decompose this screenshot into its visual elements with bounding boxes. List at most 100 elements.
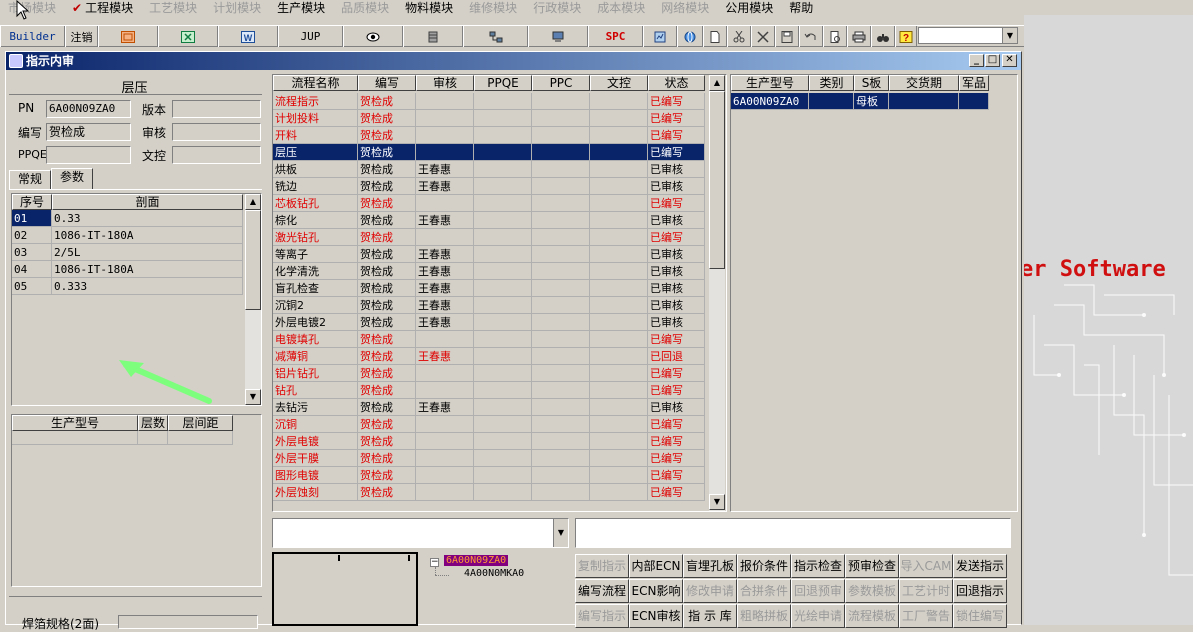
- flow-cell[interactable]: [590, 246, 648, 263]
- flow-cell[interactable]: [532, 229, 590, 246]
- flow-cell[interactable]: 已审核: [648, 314, 705, 331]
- flow-cell[interactable]: [590, 93, 648, 110]
- params-cell-profile[interactable]: 1086-IT-180A: [52, 227, 243, 244]
- new-file-button[interactable]: [703, 26, 727, 47]
- flow-cell[interactable]: [474, 263, 532, 280]
- action-button[interactable]: 预审检查: [845, 554, 899, 578]
- flow-cell[interactable]: [474, 450, 532, 467]
- flow-cell[interactable]: [532, 382, 590, 399]
- flow-cell[interactable]: [590, 110, 648, 127]
- action-button[interactable]: 修改申请: [683, 579, 737, 603]
- action-button[interactable]: 编写流程: [575, 579, 629, 603]
- scroll-up-icon[interactable]: ▲: [245, 194, 261, 210]
- flow-cell[interactable]: 铣边: [273, 178, 358, 195]
- flow-cell[interactable]: 已编写: [648, 484, 705, 501]
- flow-grid[interactable]: 流程名称 编写 审核 PPQE PPC 文控 状态 流程指示 贺检成 已编写 计划投料 贺检成 已编写…: [272, 74, 727, 512]
- builder-button[interactable]: Builder: [0, 26, 65, 47]
- spc-button[interactable]: SPC: [588, 26, 643, 47]
- flow-cell[interactable]: 烘板: [273, 161, 358, 178]
- flow-cell[interactable]: 贺检成: [358, 178, 416, 195]
- flow-cell[interactable]: 外层电镀2: [273, 314, 358, 331]
- flow-cell[interactable]: [532, 195, 590, 212]
- params-cell-no[interactable]: 01: [12, 210, 52, 227]
- scroll-down-icon[interactable]: ▼: [245, 389, 261, 405]
- flow-cell[interactable]: 贺检成: [358, 382, 416, 399]
- scroll-thumb[interactable]: [245, 210, 261, 310]
- menu-item[interactable]: 计划模块: [205, 1, 269, 15]
- flow-cell[interactable]: 贺检成: [358, 331, 416, 348]
- network-button[interactable]: [463, 26, 528, 47]
- flow-cell[interactable]: 外层干膜: [273, 450, 358, 467]
- flow-cell[interactable]: [532, 331, 590, 348]
- flow-cell[interactable]: 贺检成: [358, 110, 416, 127]
- database-button[interactable]: [403, 26, 463, 47]
- flow-cell[interactable]: [590, 314, 648, 331]
- flow-cell[interactable]: [474, 229, 532, 246]
- flow-cell[interactable]: 贺检成: [358, 93, 416, 110]
- action-button[interactable]: 指示检查: [791, 554, 845, 578]
- flow-cell[interactable]: [416, 331, 474, 348]
- action-button[interactable]: 内部ECN: [629, 554, 683, 578]
- flow-cell[interactable]: [532, 433, 590, 450]
- flow-cell[interactable]: [416, 467, 474, 484]
- word-button[interactable]: W: [218, 26, 278, 47]
- params-cell-no[interactable]: 03: [12, 244, 52, 261]
- flow-cell[interactable]: [532, 212, 590, 229]
- flow-header-cell[interactable]: PPC: [532, 75, 590, 91]
- flow-cell[interactable]: [532, 161, 590, 178]
- logout-button[interactable]: 注销: [65, 26, 98, 47]
- tree-child-node[interactable]: 4A00N0MKA0: [464, 568, 524, 579]
- flow-header-cell[interactable]: 文控: [590, 75, 648, 91]
- model-cell[interactable]: 6A00N09ZA0: [731, 93, 809, 110]
- jup-button[interactable]: JUP: [278, 26, 343, 47]
- control-field[interactable]: [172, 146, 261, 164]
- flow-cell[interactable]: [532, 144, 590, 161]
- flow-cell[interactable]: [474, 246, 532, 263]
- flow-cell[interactable]: 已回退: [648, 348, 705, 365]
- flow-cell[interactable]: 已编写: [648, 416, 705, 433]
- flow-header-cell[interactable]: 流程名称: [273, 75, 358, 91]
- flow-cell[interactable]: [590, 161, 648, 178]
- flow-cell[interactable]: [590, 484, 648, 501]
- flow-cell[interactable]: 已编写: [648, 331, 705, 348]
- model-header-cell[interactable]: 交货期: [889, 75, 959, 91]
- preview-button[interactable]: [823, 26, 847, 47]
- undo-button[interactable]: [799, 26, 823, 47]
- flow-cell[interactable]: [590, 467, 648, 484]
- toolbar-combo[interactable]: ▼: [918, 27, 1018, 44]
- flow-cell[interactable]: 贺检成: [358, 348, 416, 365]
- flow-cell[interactable]: [474, 399, 532, 416]
- flow-cell[interactable]: [590, 280, 648, 297]
- menu-item[interactable]: 维修模块: [461, 1, 525, 15]
- flow-cell[interactable]: [532, 263, 590, 280]
- flow-cell[interactable]: 减薄铜: [273, 348, 358, 365]
- flow-cell[interactable]: 沉铜: [273, 416, 358, 433]
- flow-cell[interactable]: 等离子: [273, 246, 358, 263]
- flow-cell[interactable]: 贺检成: [358, 212, 416, 229]
- flow-cell[interactable]: [532, 127, 590, 144]
- menu-item[interactable]: 物料模块: [397, 1, 461, 15]
- print-button[interactable]: [847, 26, 871, 47]
- model-cell[interactable]: [959, 93, 989, 110]
- flow-cell[interactable]: 图形电镀: [273, 467, 358, 484]
- flow-cell[interactable]: 贺检成: [358, 127, 416, 144]
- flow-cell[interactable]: [532, 178, 590, 195]
- flow-cell[interactable]: 已编写: [648, 365, 705, 382]
- flow-cell[interactable]: [474, 331, 532, 348]
- flow-cell[interactable]: [590, 178, 648, 195]
- action-button[interactable]: 复制指示: [575, 554, 629, 578]
- flow-cell[interactable]: 已编写: [648, 144, 705, 161]
- flow-cell[interactable]: [416, 229, 474, 246]
- flow-cell[interactable]: [416, 365, 474, 382]
- flow-cell[interactable]: [474, 110, 532, 127]
- layer-row-cell[interactable]: [12, 431, 138, 445]
- flow-cell[interactable]: 棕化: [273, 212, 358, 229]
- flow-cell[interactable]: 流程指示: [273, 93, 358, 110]
- flow-header-cell[interactable]: 审核: [416, 75, 474, 91]
- tree-view[interactable]: − 6A00N09ZA0 4A00N0MKA0: [424, 552, 571, 626]
- flow-cell[interactable]: [474, 195, 532, 212]
- flow-cell[interactable]: [532, 348, 590, 365]
- flow-cell[interactable]: 已编写: [648, 229, 705, 246]
- flow-cell[interactable]: 贺检成: [358, 416, 416, 433]
- flow-header-cell[interactable]: 编写: [358, 75, 416, 91]
